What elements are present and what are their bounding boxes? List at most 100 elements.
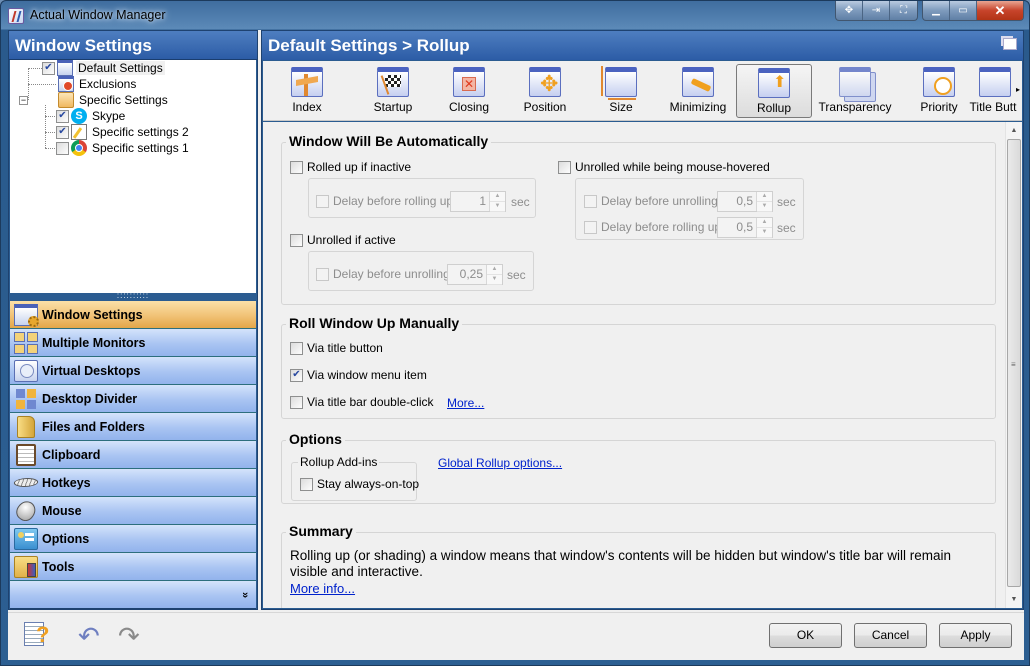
checkbox[interactable] — [316, 267, 329, 281]
checkbox[interactable] — [316, 194, 329, 208]
app-window: Actual Window Manager ✥ ⇥ ⛶ ▁ ▭ ✕ Window… — [0, 0, 1030, 666]
tool-transparency[interactable]: Transparency — [813, 64, 897, 118]
spin-down-icon[interactable]: ▼ — [490, 202, 505, 212]
more-link[interactable]: More... — [447, 396, 484, 410]
signpost-icon — [291, 67, 323, 97]
global-rollup-options-link[interactable]: Global Rollup options... — [438, 456, 562, 470]
tool-rollup[interactable]: ⬆ Rollup — [736, 64, 812, 118]
via-window-menu-checkbox[interactable]: Via window menu item — [290, 368, 427, 382]
checkbox[interactable] — [584, 220, 597, 234]
spin-up-icon[interactable]: ▲ — [757, 192, 772, 202]
checkbox[interactable] — [300, 477, 313, 491]
collapse-toggle[interactable]: − — [19, 96, 28, 105]
redo-button[interactable]: ↷ — [118, 622, 146, 649]
cancel-button[interactable]: Cancel — [854, 623, 927, 648]
help-button[interactable]: ? — [24, 622, 52, 648]
hover-delay-rolling-spinner[interactable]: 0,5 ▲ ▼ — [717, 217, 773, 238]
unrolled-while-hovered-checkbox[interactable]: Unrolled while being mouse-hovered — [558, 160, 770, 174]
rolled-up-if-inactive-checkbox[interactable]: Rolled up if inactive — [290, 160, 411, 174]
nav-item-virtual-desktops[interactable]: Virtual Desktops — [10, 357, 256, 385]
scrollbar-thumb[interactable]: ≡ — [1007, 139, 1021, 587]
hover-delay-rolling-checkbox[interactable]: Delay before rolling up — [584, 220, 721, 234]
unit-label: sec — [511, 195, 530, 209]
tree-line — [45, 116, 55, 117]
spin-up-icon[interactable]: ▲ — [490, 192, 505, 202]
more-info-link[interactable]: More info... — [290, 581, 355, 596]
move-icon: ✥ — [844, 5, 854, 16]
tool-startup[interactable]: Startup — [355, 64, 431, 118]
tool-index[interactable]: Index — [269, 64, 345, 118]
fullscreen-button[interactable]: ⛶ — [890, 1, 917, 20]
checkbox[interactable] — [290, 233, 303, 247]
close-button[interactable]: ✕ — [977, 1, 1023, 20]
tree-checkbox[interactable] — [42, 61, 55, 75]
checkbox[interactable] — [290, 160, 303, 174]
page-title: Default Settings > Rollup — [268, 36, 470, 55]
nav-item-window-settings[interactable]: Window Settings — [10, 301, 256, 329]
nav-item-mouse[interactable]: Mouse — [10, 497, 256, 525]
folder-icon — [58, 92, 74, 108]
tool-closing[interactable]: ✕ Closing — [431, 64, 507, 118]
nav-item-clipboard[interactable]: Clipboard — [10, 441, 256, 469]
hover-delay-unrolling-spinner[interactable]: 0,5 ▲ ▼ — [717, 191, 773, 212]
vertical-scrollbar[interactable]: ▲ ≡ ▼ — [1005, 122, 1022, 608]
ok-button[interactable]: OK — [769, 623, 842, 648]
nav-item-options[interactable]: Options — [10, 525, 256, 553]
tree-item-specific-settings[interactable]: Specific Settings — [56, 92, 170, 108]
nav-item-tools[interactable]: Tools — [10, 553, 256, 581]
folder-icon — [17, 415, 35, 438]
title-bar[interactable]: Actual Window Manager ✥ ⇥ ⛶ ▁ ▭ ✕ — [1, 1, 1029, 30]
nav-item-files-and-folders[interactable]: Files and Folders — [10, 413, 256, 441]
tree-checkbox[interactable] — [56, 141, 69, 155]
nav-item-hotkeys[interactable]: Hotkeys — [10, 469, 256, 497]
spin-up-icon[interactable]: ▲ — [487, 265, 502, 275]
checkbox[interactable] — [290, 341, 303, 355]
spin-up-icon[interactable]: ▲ — [757, 218, 772, 228]
nav-item-desktop-divider[interactable]: Desktop Divider — [10, 385, 256, 413]
apply-button[interactable]: Apply — [939, 623, 1012, 648]
tree-item-specific-settings-1[interactable]: Specific settings 1 — [56, 140, 191, 156]
maximize-button[interactable]: ▭ — [950, 1, 977, 20]
delay-rolling-up-checkbox[interactable]: Delay before rolling up — [316, 194, 453, 208]
delay-unrolling-checkbox[interactable]: Delay before unrolling — [316, 267, 450, 281]
tree-item-skype[interactable]: S Skype — [56, 108, 127, 124]
minimize-button[interactable]: ▁ — [923, 1, 950, 20]
checkbox-label: Via title bar double-click — [307, 395, 434, 409]
via-title-button-checkbox[interactable]: Via title button — [290, 341, 383, 355]
tree-checkbox[interactable] — [56, 109, 69, 123]
undo-button[interactable]: ↶ — [78, 622, 106, 649]
delay-unrolling-spinner[interactable]: 0,25 ▲ ▼ — [447, 264, 503, 285]
unrolled-if-active-checkbox[interactable]: Unrolled if active — [290, 233, 396, 247]
tree-checkbox[interactable] — [56, 125, 69, 139]
spin-down-icon[interactable]: ▼ — [487, 275, 502, 285]
tree-item-default-settings[interactable]: Default Settings — [42, 60, 165, 76]
tree-item-specific-settings-2[interactable]: Specific settings 2 — [56, 124, 191, 140]
hover-delay-unrolling-checkbox[interactable]: Delay before unrolling — [584, 194, 718, 208]
via-double-click-checkbox[interactable]: Via title bar double-click — [290, 395, 434, 409]
tool-minimizing[interactable]: Minimizing — [660, 64, 736, 118]
restore-view-icon[interactable] — [1003, 38, 1017, 50]
checkbox-label: Delay before rolling up — [601, 220, 722, 234]
tool-title-buttons[interactable]: Title Butt — [963, 64, 1022, 118]
stay-always-on-top-checkbox[interactable]: Stay always-on-top — [300, 477, 419, 491]
spin-down-icon[interactable]: ▼ — [757, 202, 772, 212]
checkbox[interactable] — [584, 194, 597, 208]
tool-position[interactable]: ✥ Position — [507, 64, 583, 118]
checkered-flag-icon — [377, 67, 409, 97]
nav-overflow-button[interactable]: » — [10, 581, 256, 609]
checkbox[interactable] — [290, 395, 303, 409]
toolbar-scroll-right-icon[interactable]: ▸ — [1016, 85, 1020, 94]
pin-button[interactable]: ⇥ — [863, 1, 890, 20]
tree-item-label: Specific settings 2 — [92, 125, 189, 139]
tree-item-exclusions[interactable]: Exclusions — [56, 76, 138, 92]
checkbox[interactable] — [290, 368, 303, 382]
pane-splitter[interactable]: :::::::::: — [10, 292, 256, 301]
scroll-up-icon[interactable]: ▲ — [1006, 122, 1022, 139]
spin-down-icon[interactable]: ▼ — [757, 228, 772, 238]
checkbox[interactable] — [558, 160, 571, 174]
nav-item-multiple-monitors[interactable]: Multiple Monitors — [10, 329, 256, 357]
delay-rolling-up-spinner[interactable]: 1 ▲ ▼ — [450, 191, 506, 212]
move-button[interactable]: ✥ — [836, 1, 863, 20]
scroll-down-icon[interactable]: ▼ — [1006, 591, 1022, 608]
tool-size[interactable]: Size — [583, 64, 659, 118]
